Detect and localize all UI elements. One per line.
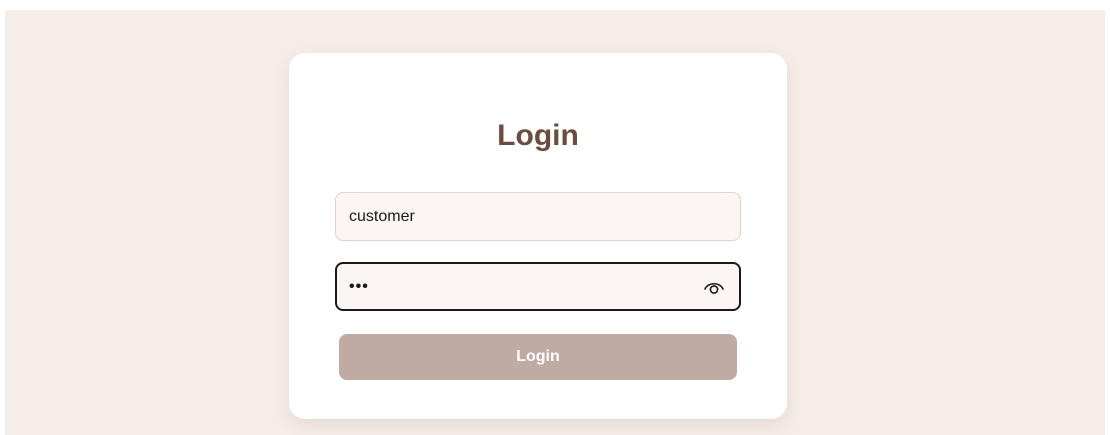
login-button[interactable]: Login: [339, 334, 737, 380]
username-input[interactable]: [336, 193, 740, 240]
eye-icon[interactable]: [703, 277, 725, 297]
login-card: Login Login: [289, 53, 787, 419]
username-field-wrapper: [335, 192, 741, 241]
page-title: Login: [497, 119, 579, 152]
password-field-wrapper: [335, 262, 741, 311]
page-background: Login Login: [5, 10, 1105, 435]
password-input[interactable]: [337, 264, 739, 309]
